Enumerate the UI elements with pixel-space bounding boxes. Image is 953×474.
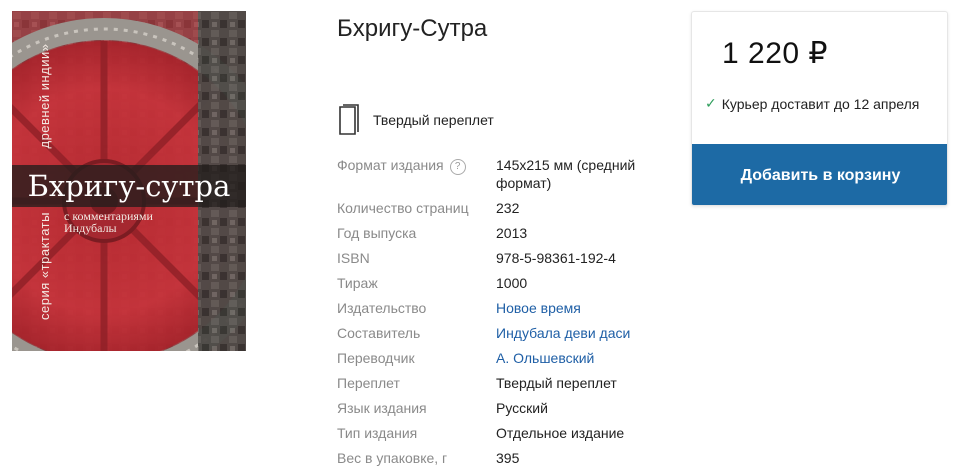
spec-label: ISBN — [337, 250, 370, 266]
binding-label: Твердый переплет — [373, 112, 494, 128]
spec-value: 232 — [496, 200, 520, 216]
spec-row: Тираж 1000 — [337, 274, 667, 299]
spec-row: Составитель Индубала деви даси — [337, 324, 667, 349]
spec-value: 145x215 мм (средний формат) — [496, 157, 636, 191]
spec-value: 395 — [496, 450, 520, 466]
book-cover[interactable]: серия «трактатыдревней индии» Бхригу-сут… — [12, 11, 246, 351]
publisher-link[interactable]: Новое время — [496, 299, 656, 317]
cover-series-part2: древней индии» — [37, 43, 52, 149]
price-card: 1 220 ₽ ✓ Курьер доставит до 12 апреля Д… — [691, 11, 948, 206]
spec-row: Переводчик А. Ольшевский — [337, 349, 667, 374]
spec-value: 1000 — [496, 275, 528, 291]
check-icon: ✓ — [705, 95, 717, 111]
spec-value: 978-5-98361-192-4 — [496, 250, 616, 266]
help-icon[interactable]: ? — [449, 159, 466, 175]
cover-subtitle: с комментариями Индубалы — [64, 210, 153, 234]
spec-value: Отдельное издание — [496, 425, 625, 441]
spec-row: Год выпуска 2013 — [337, 224, 667, 249]
spec-label: Количество страниц — [337, 200, 469, 216]
spec-label: Тираж — [337, 275, 378, 291]
spec-row: Издательство Новое время — [337, 299, 667, 324]
spec-row: Формат издания? 145x215 мм (средний форм… — [337, 156, 667, 199]
product-title: Бхригу-Сутра — [337, 15, 488, 42]
cover-title: Бхригу-сутра — [12, 165, 246, 207]
spec-label: Составитель — [337, 325, 421, 341]
spec-value: Русский — [496, 400, 548, 416]
spec-label: Вес в упаковке, г — [337, 450, 448, 466]
spec-value: Твердый переплет — [496, 375, 617, 391]
spec-label: Тип издания — [337, 425, 418, 441]
spec-row: ISBN 978-5-98361-192-4 — [337, 249, 667, 274]
price: 1 220 ₽ — [722, 37, 828, 70]
spec-label: Год выпуска — [337, 225, 417, 241]
spec-row: Язык издания Русский — [337, 399, 667, 424]
cover-subtitle-line2: Индубалы — [64, 221, 117, 235]
delivery-info: ✓ Курьер доставит до 12 апреля — [705, 95, 919, 112]
spec-row: Количество страниц 232 — [337, 199, 667, 224]
spec-row: Вес в упаковке, г 395 — [337, 449, 667, 474]
translator-link[interactable]: А. Ольшевский — [496, 349, 656, 367]
add-to-cart-button[interactable]: Добавить в корзину — [692, 144, 947, 205]
spec-label: Язык издания — [337, 400, 427, 416]
compiler-link[interactable]: Индубала деви даси — [496, 324, 656, 342]
spec-label: Переплет — [337, 375, 400, 391]
spec-label: Издательство — [337, 300, 427, 316]
spec-label: Переводчик — [337, 350, 415, 366]
binding-type: Твердый переплет — [337, 104, 494, 136]
specs-table: Формат издания? 145x215 мм (средний форм… — [337, 156, 667, 474]
spec-label: Формат издания? — [337, 156, 466, 175]
book-icon — [339, 104, 359, 135]
spec-row: Переплет Твердый переплет — [337, 374, 667, 399]
spec-value: 2013 — [496, 225, 528, 241]
delivery-text: Курьер доставит до 12 апреля — [721, 95, 920, 112]
spec-row: Тип издания Отдельное издание — [337, 424, 667, 449]
